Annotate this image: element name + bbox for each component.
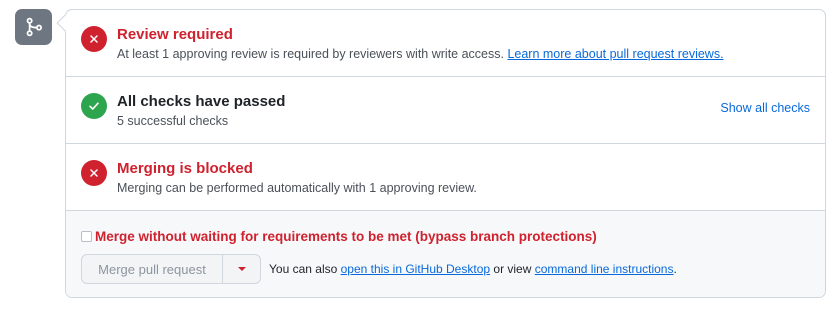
merging-blocked-description: Merging can be performed automatically w… — [117, 181, 477, 195]
checks-passed-title: All checks have passed — [117, 93, 286, 110]
check-circle-icon — [81, 93, 107, 119]
merge-method-dropdown-button[interactable] — [223, 255, 260, 283]
bypass-checkbox[interactable] — [81, 231, 92, 242]
merge-helper-text: You can also open this in GitHub Desktop… — [269, 262, 677, 276]
bypass-option[interactable]: Merge without waiting for requirements t… — [81, 229, 597, 244]
triangle-down-icon — [237, 267, 246, 271]
github-desktop-link[interactable]: open this in GitHub Desktop — [341, 262, 490, 276]
review-required-description: At least 1 approving review is required … — [117, 47, 724, 61]
learn-more-reviews-link[interactable]: Learn more about pull request reviews. — [507, 47, 723, 61]
x-circle-icon — [81, 160, 107, 186]
review-required-section: Review required At least 1 approving rev… — [66, 10, 825, 77]
merging-blocked-title: Merging is blocked — [117, 160, 253, 177]
review-required-text: At least 1 approving review is required … — [117, 47, 504, 61]
helper-prefix: You can also — [269, 262, 338, 276]
command-line-instructions-link[interactable]: command line instructions — [535, 262, 674, 276]
git-merge-icon — [15, 9, 52, 45]
merge-pull-request-button[interactable]: Merge pull request — [82, 255, 223, 283]
checks-count: 5 successful checks — [117, 114, 229, 128]
review-required-title: Review required — [117, 26, 233, 43]
merge-status-panel: Review required At least 1 approving rev… — [65, 9, 826, 298]
show-all-checks-link[interactable]: Show all checks — [720, 101, 810, 115]
merging-blocked-section: Merging is blocked Merging can be perfor… — [66, 144, 825, 211]
helper-middle: or view — [493, 262, 532, 276]
merge-button-group: Merge pull request — [81, 254, 261, 284]
helper-suffix: . — [673, 262, 677, 276]
merge-actions-section: Merge without waiting for requirements t… — [66, 211, 825, 297]
bypass-checkbox-label[interactable]: Merge without waiting for requirements t… — [95, 229, 597, 244]
checks-section: All checks have passed 5 successful chec… — [66, 77, 825, 144]
x-circle-icon — [81, 26, 107, 52]
